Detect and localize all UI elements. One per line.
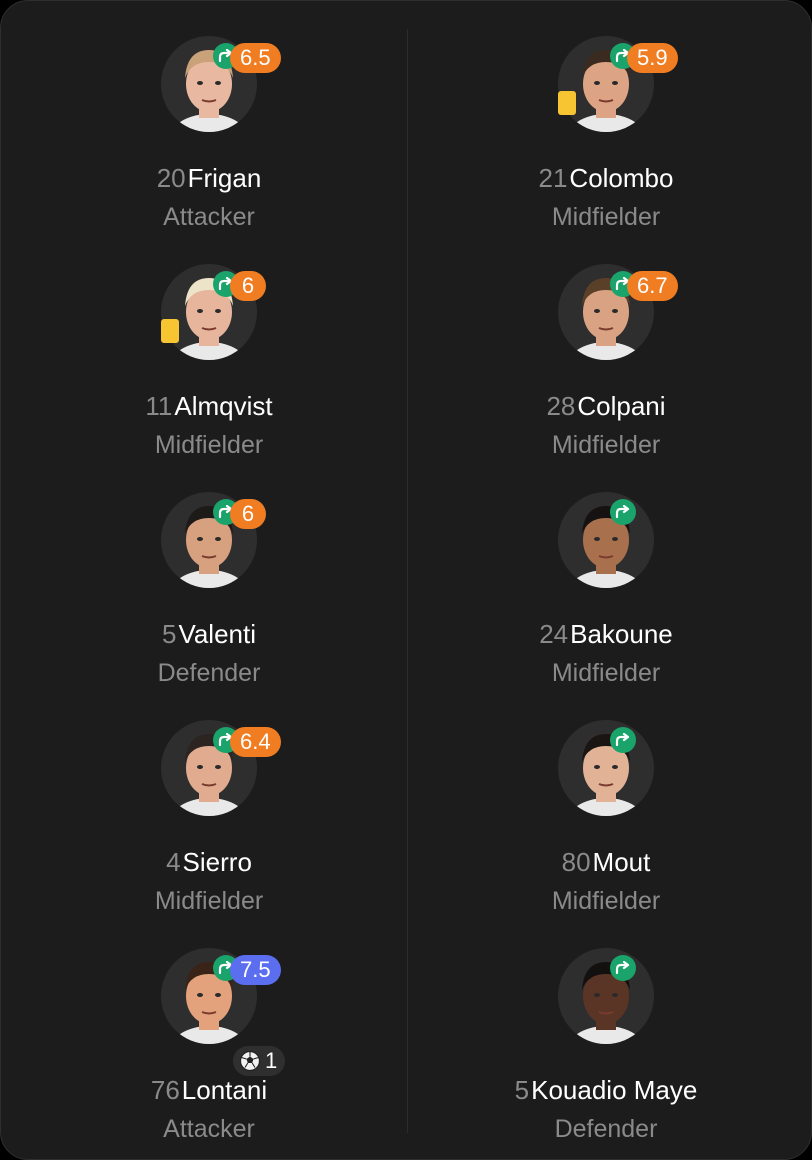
player-name: Almqvist: [174, 391, 273, 421]
shirt-number: 80: [561, 847, 591, 877]
rating-badge: 6.7: [627, 271, 678, 301]
player-name-line: 5Valenti: [44, 617, 374, 651]
player-photo[interactable]: [558, 720, 654, 816]
shirt-number: 5: [161, 619, 177, 649]
player-position: Midfielder: [154, 887, 264, 915]
player-name: Kouadio Maye: [531, 1075, 698, 1105]
player-position: Defender: [554, 1115, 658, 1143]
player-position: Defender: [157, 659, 261, 687]
player-name-line: 21Colombo: [441, 161, 771, 195]
shirt-number: 20: [156, 163, 186, 193]
player-photo[interactable]: [558, 948, 654, 1044]
rating-badge: 6.4: [230, 727, 281, 757]
rating-badge: 7.5: [230, 955, 281, 985]
rating-badge: 6: [230, 499, 266, 529]
player-name-line: 24Bakoune: [441, 617, 771, 651]
shirt-number: 21: [538, 163, 568, 193]
substitution-in-icon: [610, 727, 636, 753]
substitution-in-icon: [610, 955, 636, 981]
player-photo-wrap: [558, 492, 654, 588]
column-divider: [407, 29, 408, 1133]
goals-count: 1: [265, 1048, 278, 1073]
shirt-number: 28: [546, 391, 576, 421]
player-position: Attacker: [163, 203, 255, 231]
player-name: Lontani: [181, 1075, 268, 1105]
yellow-card-icon: [161, 319, 179, 343]
player-card[interactable]: 54′6.728ColpaniMidfielder: [441, 262, 771, 472]
player-card[interactable]: 81′80MoutMidfielder: [441, 718, 771, 928]
shirt-number: 76: [150, 1075, 180, 1105]
player-name: Colombo: [569, 163, 674, 193]
player-card[interactable]: 46′6.44SierroMidfielder: [44, 718, 374, 928]
player-card[interactable]: 81′24BakouneMidfielder: [441, 490, 771, 700]
player-name-line: 4Sierro: [44, 845, 374, 879]
player-position: Midfielder: [551, 659, 661, 687]
player-name: Colpani: [577, 391, 666, 421]
football-icon: [239, 1050, 261, 1072]
player-name: Valenti: [178, 619, 257, 649]
player-card[interactable]: 81′5Kouadio MayeDefender: [441, 946, 771, 1156]
player-position: Midfielder: [551, 431, 661, 459]
player-photo[interactable]: [558, 492, 654, 588]
shirt-number: 11: [145, 391, 173, 421]
player-card[interactable]: 46′65ValentiDefender: [44, 490, 374, 700]
player-card[interactable]: 62′5.921ColomboMidfielder: [441, 34, 771, 244]
player-name-line: 5Kouadio Maye: [441, 1073, 771, 1107]
yellow-card-icon: [558, 91, 576, 115]
player-card[interactable]: 46′6.520FriganAttacker: [44, 34, 374, 244]
player-name: Bakoune: [570, 619, 673, 649]
shirt-number: 4: [166, 847, 181, 877]
player-name-line: 20Frigan: [44, 161, 374, 195]
player-name-line: 76Lontani: [44, 1073, 374, 1107]
player-name: Sierro: [182, 847, 252, 877]
player-position: Midfielder: [551, 203, 661, 231]
player-position: Attacker: [163, 1115, 255, 1143]
player-name: Frigan: [187, 163, 262, 193]
rating-badge: 6.5: [230, 43, 281, 73]
goals-badge: 1: [233, 1046, 286, 1076]
player-card[interactable]: 55′7.5176LontaniAttacker: [44, 946, 374, 1156]
player-photo-wrap: [558, 948, 654, 1044]
player-name-line: 80Mout: [441, 845, 771, 879]
player-name-line: 11Almqvist: [44, 389, 374, 423]
player-position: Midfielder: [551, 887, 661, 915]
player-photo-wrap: [558, 720, 654, 816]
player-position: Midfielder: [154, 431, 264, 459]
shirt-number: 24: [539, 619, 569, 649]
rating-badge: 6: [230, 271, 266, 301]
player-card[interactable]: 77′611AlmqvistMidfielder: [44, 262, 374, 472]
substitutes-card: 46′6.520FriganAttacker77′611AlmqvistMidf…: [0, 0, 812, 1160]
shirt-number: 5: [514, 1075, 530, 1105]
rating-badge: 5.9: [627, 43, 678, 73]
substitution-in-icon: [610, 499, 636, 525]
player-name: Mout: [592, 847, 651, 877]
player-name-line: 28Colpani: [441, 389, 771, 423]
